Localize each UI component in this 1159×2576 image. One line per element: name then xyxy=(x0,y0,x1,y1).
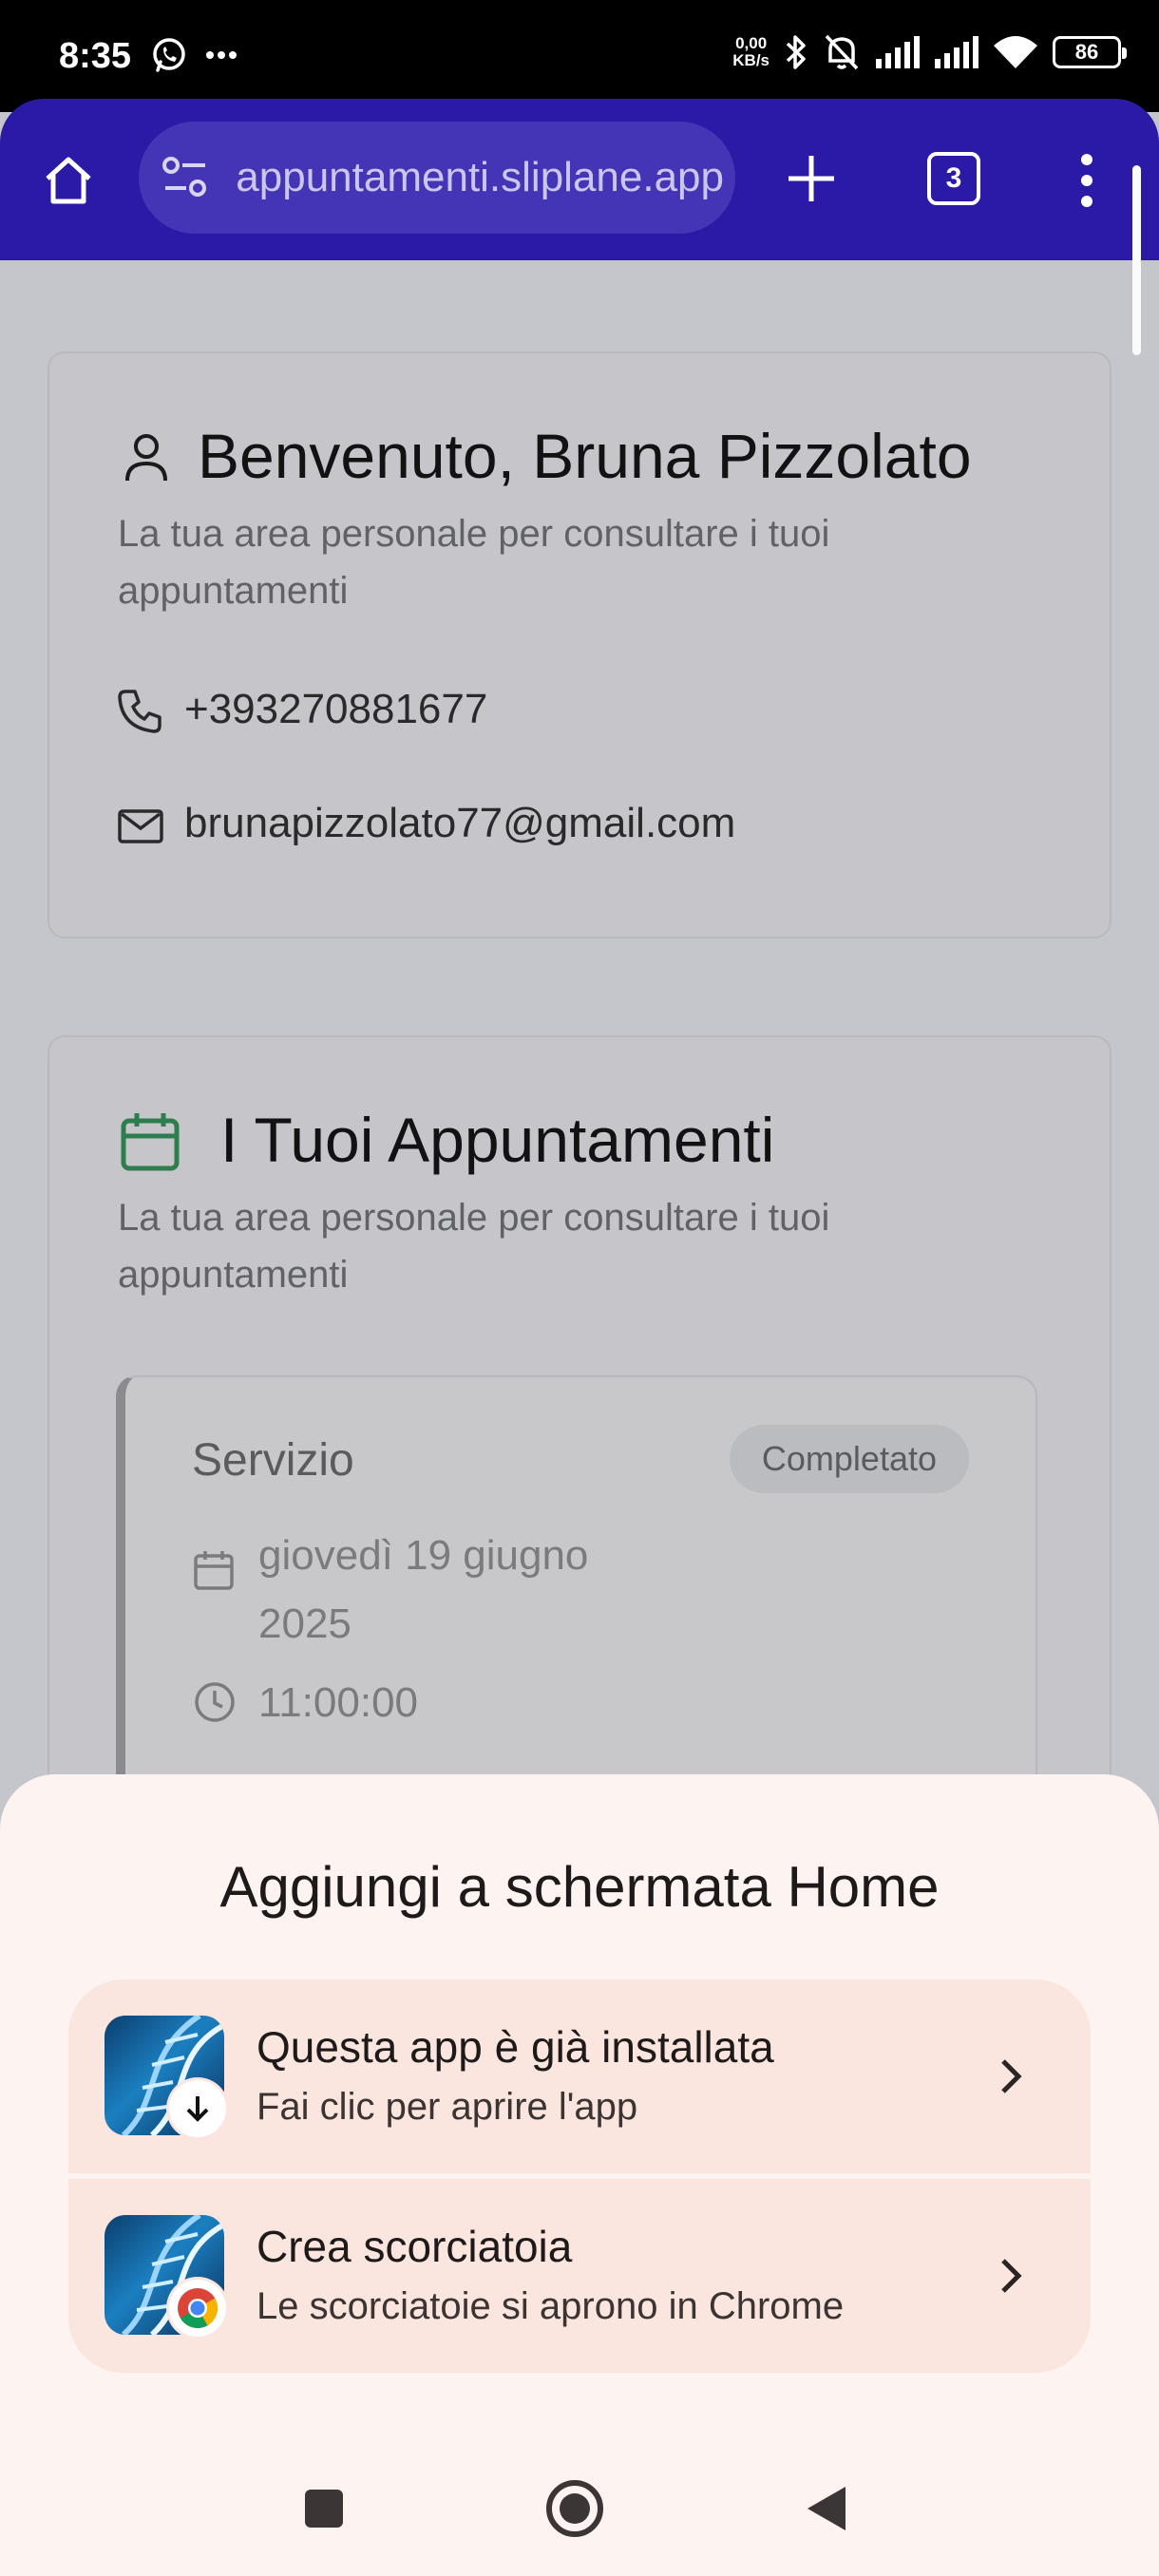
chrome-icon xyxy=(169,2280,226,2337)
bluetooth-icon xyxy=(786,35,806,69)
net-speed: 0,00 KB/s xyxy=(732,34,770,69)
signal-icon xyxy=(876,36,920,68)
recents-button[interactable] xyxy=(291,2475,357,2542)
more-icon xyxy=(206,51,237,59)
back-button[interactable] xyxy=(794,2475,861,2542)
appointment-date: giovedì 19 giugno 2025 xyxy=(258,1532,589,1647)
status-time: 8:35 xyxy=(59,36,132,76)
calendar-icon xyxy=(194,1551,234,1590)
profile-subtitle: La tua area personale per consultare i t… xyxy=(118,513,830,612)
phone-icon xyxy=(118,690,162,733)
plus-icon[interactable] xyxy=(781,148,842,209)
url-text[interactable]: appuntamenti.sliplane.app xyxy=(230,122,724,234)
scrollbar-thumb[interactable] xyxy=(1132,165,1141,355)
option-title: Crea scorciatoia xyxy=(256,2222,573,2271)
create-shortcut-option[interactable]: Crea scorciatoia Le scorciatoie si apron… xyxy=(68,2179,1091,2373)
profile-card: Benvenuto, Bruna Pizzolato La tua area p… xyxy=(48,351,1112,938)
appointment-service: Servizio xyxy=(192,1435,354,1486)
tabs-icon[interactable]: 3 xyxy=(927,152,980,205)
battery-icon: 86 xyxy=(1053,36,1127,68)
option-description: Fai clic per aprire l'app xyxy=(256,2086,638,2128)
option-description: Le scorciatoie si aprono in Chrome xyxy=(256,2285,845,2327)
calendar-icon xyxy=(121,1113,180,1171)
system-nav-bar xyxy=(0,2456,1159,2563)
appointment-time: 11:00:00 xyxy=(258,1679,419,1726)
email-address: brunapizzolato77@gmail.com xyxy=(184,800,736,846)
home-icon[interactable] xyxy=(38,150,99,211)
open-installed-app-option[interactable]: Questa app è già installata Fai clic per… xyxy=(68,1979,1091,2173)
chevron-right-icon xyxy=(1001,2059,1022,2093)
menu-icon[interactable] xyxy=(1068,150,1106,211)
phone-number: +393270881677 xyxy=(184,686,488,732)
user-icon xyxy=(125,434,167,482)
bell-off-icon xyxy=(825,34,859,70)
status-badge: Completato xyxy=(729,1425,969,1493)
download-icon xyxy=(169,2080,226,2137)
option-title: Questa app è già installata xyxy=(256,2022,774,2072)
clock-icon xyxy=(195,1682,235,1722)
tune-icon[interactable] xyxy=(162,156,209,199)
appointments-title: I Tuoi Appuntamenti xyxy=(220,1105,775,1175)
whatsapp-icon xyxy=(153,38,185,72)
browser-toolbar: appuntamenti.sliplane.app 3 xyxy=(0,99,1159,260)
sheet-title: Aggiungi a schermata Home xyxy=(219,1855,940,1919)
chevron-right-icon xyxy=(1001,2259,1022,2293)
signal-icon xyxy=(935,36,978,68)
appointments-subtitle: La tua area personale per consultare i t… xyxy=(118,1197,830,1296)
home-button[interactable] xyxy=(542,2475,608,2542)
mail-icon xyxy=(118,809,163,843)
page-title: Benvenuto, Bruna Pizzolato xyxy=(198,421,972,491)
wifi-icon xyxy=(994,36,1037,68)
status-bar: 8:35 0,00 KB/s 86 xyxy=(0,0,1159,112)
url-bar[interactable]: appuntamenti.sliplane.app xyxy=(139,122,735,234)
